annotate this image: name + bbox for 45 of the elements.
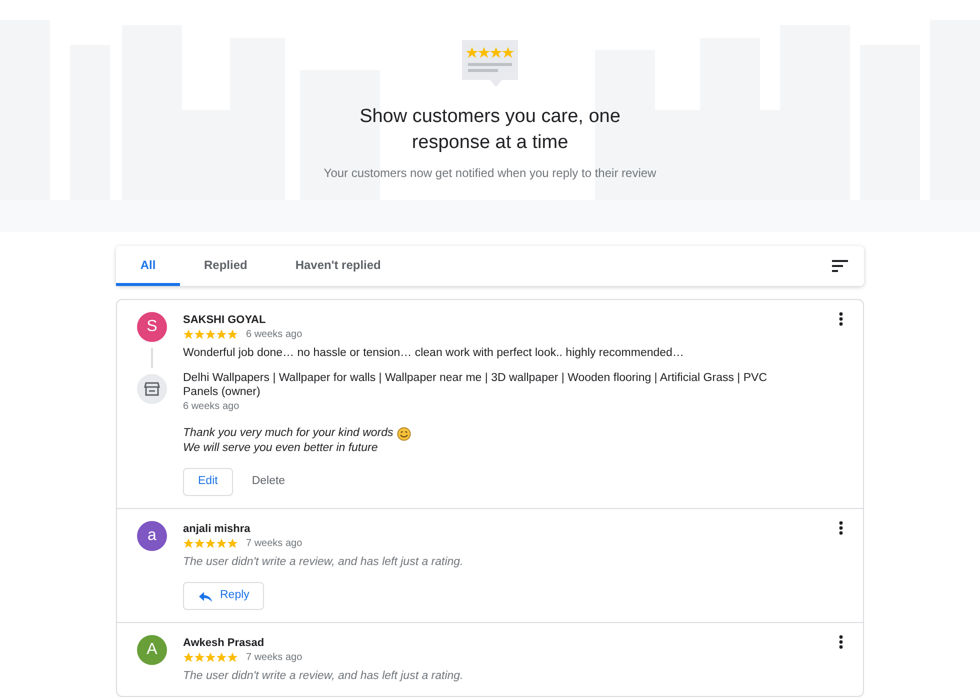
more-icon[interactable] <box>839 635 843 649</box>
avatar: a <box>137 521 167 551</box>
sort-icon[interactable] <box>832 260 848 272</box>
smiley-icon <box>397 426 412 440</box>
star-icon <box>194 652 205 663</box>
star-icon <box>194 538 205 549</box>
reviewer-name: Awkesh Prasad <box>183 636 266 650</box>
star-icon <box>227 538 238 549</box>
subheadline: Your customers now get notified when you reply to their review <box>322 165 658 182</box>
star-icon <box>194 329 205 340</box>
reply-time: 6 weeks ago <box>183 400 240 414</box>
more-icon[interactable] <box>839 312 843 326</box>
review-time: 7 weeks ago <box>246 537 302 551</box>
rating-only-note: The user didn't write a review, and has left just a rating. <box>183 555 464 570</box>
tab[interactable]: Haven't replied <box>271 246 405 286</box>
headline: Show customers you care, one response at a time <box>358 105 622 155</box>
owner-name: Delhi Wallpapers | Wallpaper for walls | Wallpaper near me | 3D wallpaper | Wooden flooring | Artificial Grass | PVC Panels (owner) <box>183 371 768 399</box>
more-icon[interactable] <box>839 521 843 535</box>
star-icon <box>183 329 194 340</box>
star-icon <box>205 652 216 663</box>
star-icon <box>183 538 194 549</box>
avatar: S <box>137 312 167 342</box>
reply-icon <box>198 590 212 602</box>
review-time: 7 weeks ago <box>246 651 302 665</box>
avatar: A <box>137 635 167 665</box>
reply-text: We will serve you even better in future <box>183 441 378 456</box>
rating-only-note: The user didn't write a review, and has left just a rating. <box>183 669 464 684</box>
star-icon <box>227 329 238 340</box>
reply-button[interactable]: Reply <box>183 582 264 610</box>
review-time: 6 weeks ago <box>246 328 302 342</box>
reviewer-name: SAKSHI GOYAL <box>183 313 267 327</box>
star-icon <box>183 652 194 663</box>
star-icon <box>216 538 227 549</box>
edit-button[interactable]: Edit <box>183 468 233 496</box>
tab[interactable]: All <box>116 246 180 286</box>
star-icon <box>227 652 238 663</box>
store-icon <box>144 381 160 397</box>
star-icon <box>205 329 216 340</box>
reply-text: Thank you very much for your kind words <box>183 426 394 441</box>
star-icon <box>216 329 227 340</box>
reviewer-name: anjali mishra <box>183 522 252 536</box>
star-icon <box>205 538 216 549</box>
tab[interactable]: Replied <box>180 246 272 286</box>
review-text: Wonderful job done… no hassle or tension… clean work with perfect look.. highly recommended… <box>183 346 685 361</box>
star-icon <box>216 652 227 663</box>
